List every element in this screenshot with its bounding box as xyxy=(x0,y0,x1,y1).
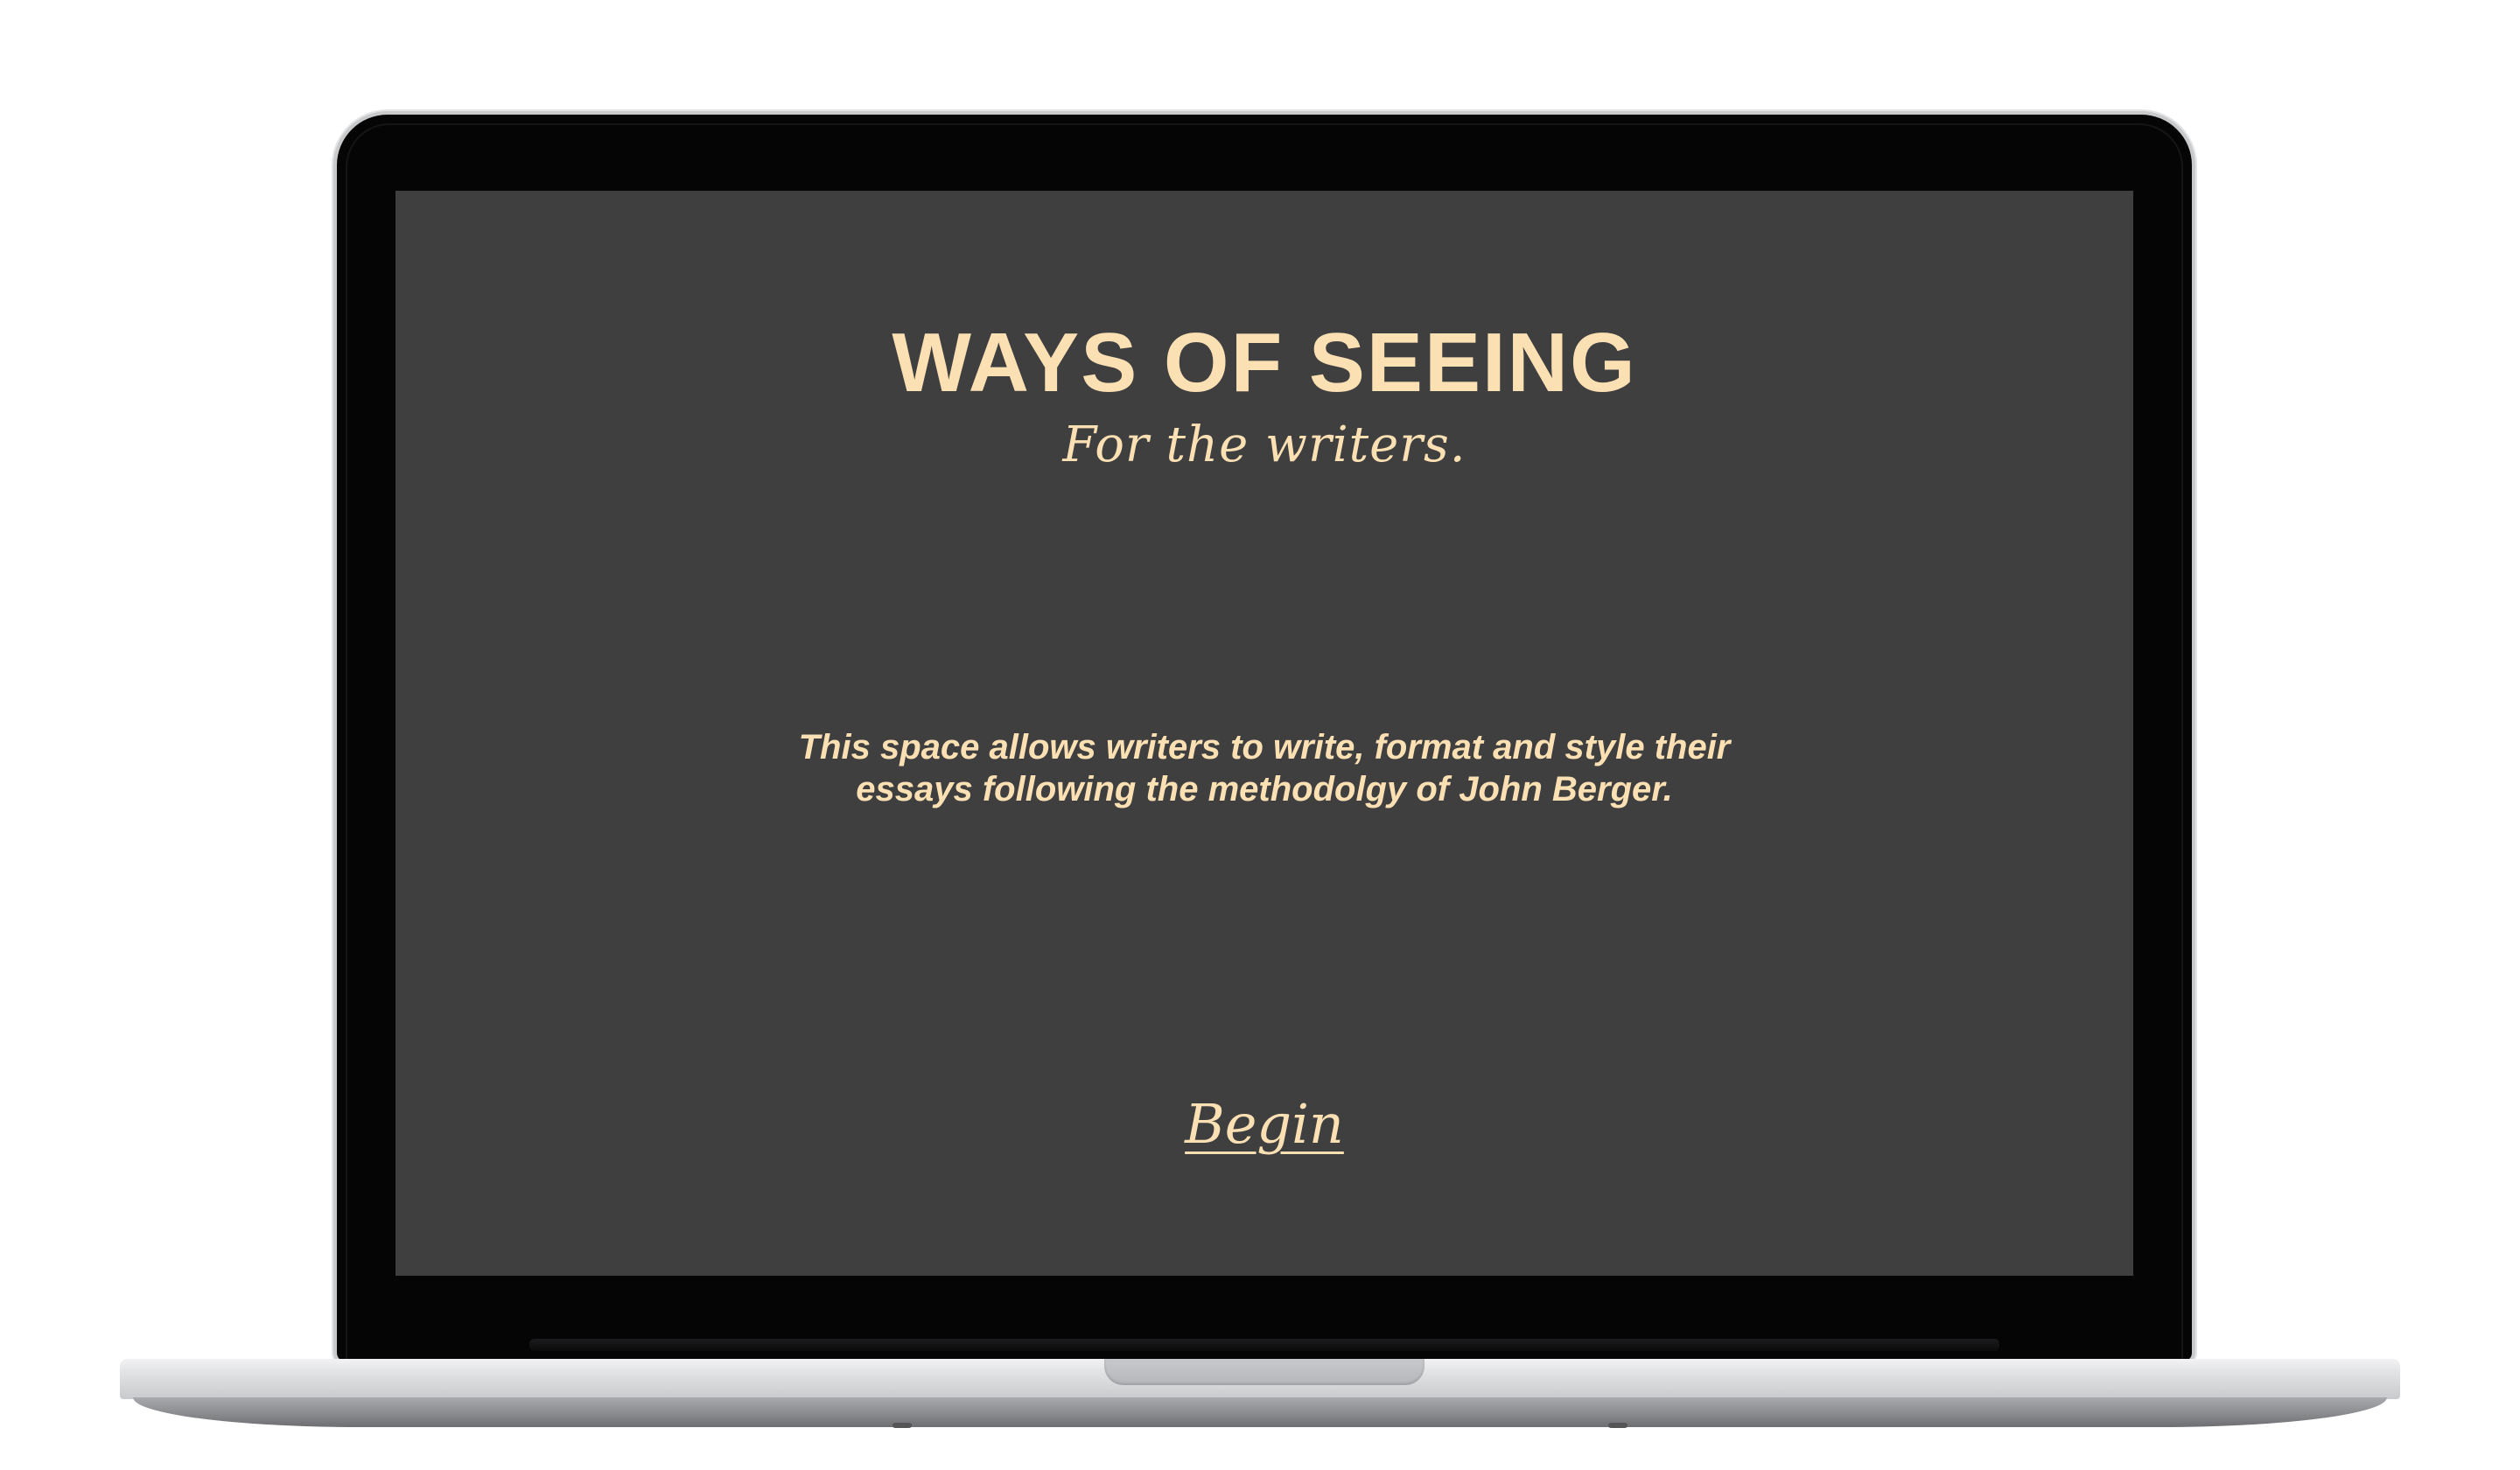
laptop-base-bottom xyxy=(133,1397,2387,1427)
page-subtitle: For the writers. xyxy=(1062,416,1466,473)
laptop-foot-right xyxy=(1608,1423,1628,1428)
lid-opening-notch xyxy=(1104,1359,1424,1385)
hinge-shadow xyxy=(529,1339,1999,1351)
laptop-screen: WAYS OF SEEING For the writers. This spa… xyxy=(396,191,2133,1276)
laptop-foot-left xyxy=(892,1423,912,1428)
intro-description: This space allows writers to write, form… xyxy=(798,728,1731,808)
page-title: WAYS OF SEEING xyxy=(892,316,1637,410)
mockup-stage: WAYS OF SEEING For the writers. This spa… xyxy=(0,0,2520,1470)
begin-link[interactable]: Begin xyxy=(1178,1092,1351,1156)
laptop-lid: WAYS OF SEEING For the writers. This spa… xyxy=(337,115,2192,1362)
